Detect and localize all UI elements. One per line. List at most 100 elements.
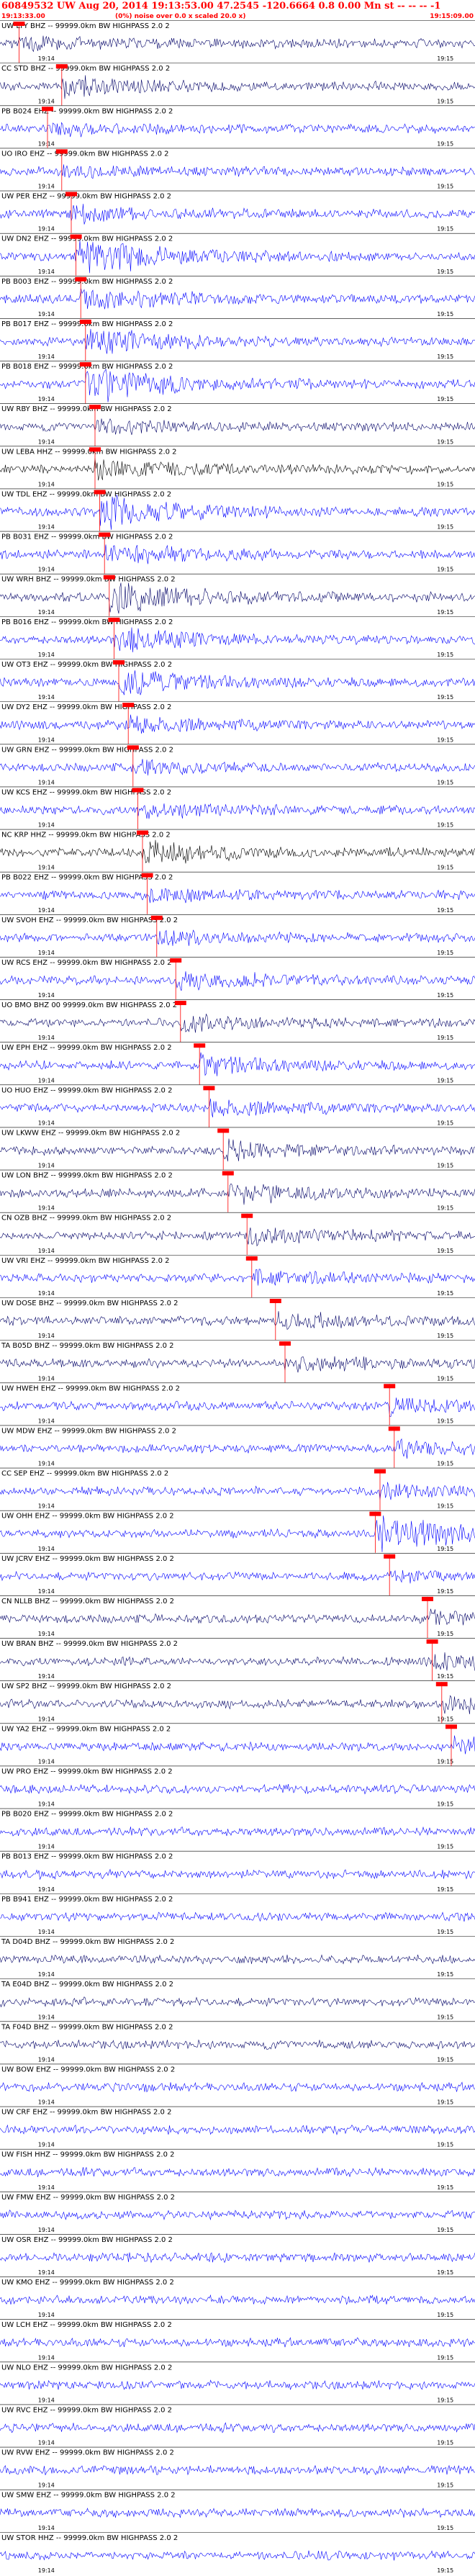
waveform-trace	[0, 495, 475, 530]
trace-row: UW FISH HHZ -- 99999.0km BW HIGHPASS 2.0…	[0, 2148, 475, 2191]
time-tick-label: 19:14	[38, 2312, 55, 2318]
waveform-trace	[0, 328, 475, 354]
station-label: UO IRO EHZ -- 99999.0km BW HIGHPASS 2.0 …	[1, 150, 169, 158]
trace-row: PB B003 EHZ -- 99999.0km BW HIGHPASS 2.0…	[0, 275, 475, 318]
time-tick-label: 19:14	[38, 438, 55, 445]
time-tick-label: 19:14	[38, 2142, 55, 2148]
trace-row: UW RCS EHZ -- 99999.0km BW HIGHPASS 2.0 …	[0, 957, 475, 1000]
time-tick-label: 19:14	[38, 950, 55, 956]
time-tick-label: 19:14	[38, 1035, 55, 1041]
station-label: UW WRH BHZ -- 99999.0km BW HIGHPASS 2.0 …	[1, 576, 176, 584]
trace-row: CC SEP EHZ -- 99999.0km BW HIGHPASS 2.0 …	[0, 1467, 475, 1510]
station-label: UW KMO EHZ -- 99999.0km BW HIGHPASS 2.0 …	[1, 2279, 174, 2287]
event-title: 60849532 UW Aug 20, 2014 19:13:53.00 47.…	[1, 1, 441, 12]
station-label: TA E04D BHZ -- 99999.0km BW HIGHPASS 2.0…	[1, 1981, 173, 1989]
station-label: UW TDL EHZ -- 99999.0km BW HIGHPASS 2.0 …	[1, 490, 171, 498]
trace-row: PB B020 EHZ -- 99999.0km BW HIGHPASS 2.0…	[0, 1808, 475, 1850]
station-label: UW STOR HHZ -- 99999.0km BW HIGHPASS 2.0…	[1, 2534, 178, 2542]
trace-row: PB B024 EHZ -- 99999.0km BW HIGHPASS 2.0…	[0, 105, 475, 148]
station-label: UW DY2 EHZ -- 99999.0km BW HIGHPASS 2.0 …	[1, 703, 171, 711]
time-tick-label: 19:15	[437, 2056, 453, 2063]
time-tick-label: 19:15	[437, 822, 453, 829]
trace-row: UW VRI EHZ -- 99999.0km BW HIGHPASS 2.0 …	[0, 1255, 475, 1297]
time-tick-label: 19:15	[437, 2567, 453, 2574]
station-label: UW KCS EHZ -- 99999.0km BW HIGHPASS 2.0 …	[1, 788, 171, 796]
waveform-trace	[0, 1954, 475, 1965]
trace-row: UW DOSE BHZ -- 99999.0km BW HIGHPASS 2.0…	[0, 1297, 475, 1341]
time-tick-label: 19:15	[437, 694, 453, 701]
time-tick-label: 19:14	[38, 1077, 55, 1084]
time-tick-label: 19:15	[437, 1588, 453, 1595]
trace-row: UW STOR HHZ -- 99999.0km BW HIGHPASS 2.0…	[0, 2532, 475, 2574]
station-label: UW GRN EHZ -- 99999.0km BW HIGHPASS 2.0 …	[1, 746, 173, 754]
waveform-trace	[0, 1695, 475, 1714]
time-tick-label: 19:14	[38, 1248, 55, 1254]
waveform-trace	[0, 714, 475, 734]
waveform-trace	[0, 240, 475, 274]
station-label: UW RCS EHZ -- 99999.0km BW HIGHPASS 2.0 …	[1, 959, 172, 967]
waveform-trace	[0, 369, 475, 402]
trace-row: UW RVC EHZ -- 99999.0km BW HIGHPASS 2.0 …	[0, 2404, 475, 2446]
time-tick-label: 19:14	[38, 907, 55, 914]
time-tick-label: 19:14	[38, 1758, 55, 1765]
time-tick-label: 19:15	[437, 1844, 453, 1850]
station-label: UW OSR EHZ -- 99999.0km BW HIGHPASS 2.0 …	[1, 2236, 173, 2244]
start-time: 19:13:33.00	[1, 13, 45, 20]
trace-row: UO HUO EHZ -- 99999.0km BW HIGHPASS 2.0 …	[0, 1084, 475, 1127]
station-label: UW RVW EHZ -- 99999.0km BW HIGHPASS 2.0 …	[1, 2449, 174, 2457]
station-label: CN NLLB BHZ -- 99999.0km BW HIGHPASS 2.0…	[1, 1598, 174, 1606]
trace-row: UW SVOH EHZ -- 99999.0km BW HIGHPASS 2.0…	[0, 914, 475, 957]
waveform-trace	[0, 2294, 475, 2305]
time-tick-label: 19:14	[38, 822, 55, 829]
station-label: UW DN2 EHZ -- 99999.0km BW HIGHPASS 2.0 …	[1, 235, 173, 243]
waveform-trace	[0, 1013, 475, 1033]
time-tick-label: 19:15	[437, 1461, 453, 1467]
waveform-trace	[0, 1482, 475, 1500]
time-tick-label: 19:15	[437, 567, 453, 573]
time-tick-label: 19:15	[437, 184, 453, 190]
waveform-trace	[0, 1228, 475, 1247]
trace-row: UW LON BHZ -- 99999.0km BW HIGHPASS 2.0 …	[0, 1169, 475, 1212]
time-tick-label: 19:14	[38, 1290, 55, 1297]
time-tick-label: 19:14	[38, 1546, 55, 1552]
time-tick-label: 19:15	[437, 2269, 453, 2276]
time-tick-label: 19:14	[38, 1503, 55, 1510]
time-tick-label: 19:14	[38, 1461, 55, 1467]
waveform-trace	[0, 1608, 475, 1626]
waveform-trace	[0, 1138, 475, 1162]
trace-row: UW SP2 BHZ -- 99999.0km BW HIGHPASS 2.0 …	[0, 1680, 475, 1724]
waveform-trace	[0, 1911, 475, 1922]
time-tick-label: 19:14	[38, 353, 55, 360]
waveform-trace	[0, 1311, 475, 1330]
station-label: TA D04D BHZ -- 99999.0km BW HIGHPASS 2.0…	[1, 1938, 174, 1946]
station-label: PB B031 EHZ -- 99999.0km BW HIGHPASS 2.0…	[1, 533, 173, 541]
waveform-trace	[0, 2039, 475, 2050]
waveform-trace	[0, 288, 475, 310]
time-tick-label: 19:15	[437, 950, 453, 956]
station-label: UW YA2 EHZ -- 99999.0km BW HIGHPASS 2.0 …	[1, 1725, 171, 1733]
trace-row: UW JCRV EHZ -- 99999.0km BW HIGHPASS 2.0…	[0, 1553, 475, 1595]
trace-row: UW DN2 EHZ -- 99999.0km BW HIGHPASS 2.0 …	[0, 233, 475, 276]
station-label: PB B020 EHZ -- 99999.0km BW HIGHPASS 2.0…	[1, 1811, 173, 1819]
station-label: UW NLO EHZ -- 99999.0km BW HIGHPASS 2.0 …	[1, 2364, 172, 2372]
waveform-trace	[0, 2379, 475, 2390]
trace-row: PB B941 EHZ -- 99999.0km BW HIGHPASS 2.0…	[0, 1893, 475, 1935]
time-tick-label: 19:15	[437, 1929, 453, 1935]
station-label: UW FISH HHZ -- 99999.0km BW HIGHPASS 2.0…	[1, 2151, 175, 2159]
waveform-trace	[0, 2210, 475, 2220]
time-tick-label: 19:14	[38, 2397, 55, 2403]
scale-note: (0%) noise over 0.0 x scaled 20.0 x)	[115, 13, 246, 20]
time-tick-label: 19:14	[38, 1716, 55, 1722]
time-tick-label: 19:15	[437, 2184, 453, 2191]
time-tick-label: 19:15	[437, 1631, 453, 1637]
trace-row: UW BRAN BHZ -- 99999.0km BW HIGHPASS 2.0…	[0, 1638, 475, 1681]
time-tick-label: 19:15	[437, 1673, 453, 1680]
time-tick-label: 19:14	[38, 1886, 55, 1893]
waveform-trace	[0, 544, 475, 564]
trace-row: TA F04D BHZ -- 99999.0km BW HIGHPASS 2.0…	[0, 2021, 475, 2063]
station-label: UW PRO EHZ -- 99999.0km BW HIGHPASS 2.0 …	[1, 1767, 173, 1775]
trace-row: CN NLLB BHZ -- 99999.0km BW HIGHPASS 2.0…	[0, 1595, 475, 1639]
time-tick-label: 19:15	[437, 226, 453, 233]
waveform-trace	[0, 1397, 475, 1418]
station-label: UW PER EHZ -- 99999.0km BW HIGHPASS 2.0 …	[1, 193, 171, 201]
